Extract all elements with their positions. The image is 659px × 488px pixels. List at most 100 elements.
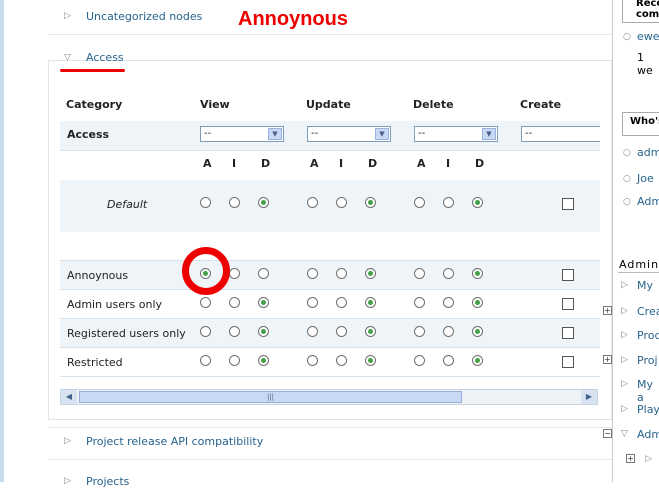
create-access-select[interactable]: -- <box>521 126 600 142</box>
view-access-select[interactable]: -- ▼ <box>200 126 284 142</box>
delete-radio-d[interactable] <box>472 268 483 279</box>
admin-menu-item[interactable]: Play <box>637 403 659 416</box>
scroll-thumb[interactable]: ||| <box>79 391 462 403</box>
triangle-right-icon[interactable]: ▷ <box>621 355 628 365</box>
delete-radio-a[interactable] <box>414 326 425 337</box>
bullet-icon: ○ <box>623 174 631 184</box>
triangle-right-icon[interactable]: ▷ <box>621 404 628 414</box>
whos-online-head: Who's <box>630 116 659 127</box>
update-radio-d[interactable] <box>365 268 376 279</box>
default-view-radio-d[interactable] <box>258 197 269 208</box>
whos-online-user[interactable]: adm <box>637 146 659 159</box>
delete-access-select[interactable]: -- ▼ <box>414 126 498 142</box>
horizontal-scrollbar[interactable]: ◀ ||| ▶ <box>60 389 598 405</box>
triangle-right-icon[interactable]: ▷ <box>621 280 628 290</box>
admin-menu-item[interactable]: Proc <box>637 329 659 342</box>
fieldset-uncategorized-nodes[interactable]: Uncategorized nodes <box>86 10 202 23</box>
delete-radio-a[interactable] <box>414 297 425 308</box>
update-radio-d[interactable] <box>365 355 376 366</box>
delete-radio-d[interactable] <box>472 355 483 366</box>
update-radio-a[interactable] <box>307 355 318 366</box>
row-label: Restricted <box>67 356 123 369</box>
fieldset-access[interactable]: Access <box>86 51 124 64</box>
update-radio-i[interactable] <box>336 326 347 337</box>
triangle-down-icon[interactable]: ▽ <box>621 429 628 439</box>
triangle-right-icon[interactable]: ▷ <box>645 454 652 464</box>
delete-radio-a[interactable] <box>414 268 425 279</box>
default-create-checkbox[interactable] <box>562 198 574 210</box>
view-radio-a[interactable] <box>200 355 211 366</box>
default-view-radio-i[interactable] <box>229 197 240 208</box>
view-radio-a[interactable] <box>200 297 211 308</box>
delete-radio-d[interactable] <box>472 326 483 337</box>
delete-radio-a[interactable] <box>414 355 425 366</box>
view-radio-d[interactable] <box>258 326 269 337</box>
create-checkbox[interactable] <box>562 298 574 310</box>
update-radio-d[interactable] <box>365 297 376 308</box>
fieldset-project-release[interactable]: Project release API compatibility <box>86 435 263 448</box>
admin-menu-item[interactable]: Adm <box>637 428 659 441</box>
left-border <box>0 0 4 482</box>
view-radio-d[interactable] <box>258 268 269 279</box>
triangle-right-icon[interactable]: ▷ <box>64 436 71 446</box>
default-delete-radio-d[interactable] <box>472 197 483 208</box>
default-delete-radio-i[interactable] <box>443 197 454 208</box>
expand-icon[interactable]: + <box>603 306 612 315</box>
view-radio-i[interactable] <box>229 268 240 279</box>
delete-radio-d[interactable] <box>472 297 483 308</box>
triangle-right-icon[interactable]: ▷ <box>64 11 71 21</box>
chevron-down-icon: ▼ <box>482 128 496 140</box>
default-view-radio-a[interactable] <box>200 197 211 208</box>
default-delete-radio-a[interactable] <box>414 197 425 208</box>
delete-radio-i[interactable] <box>443 268 454 279</box>
row-label: Admin users only <box>67 298 163 311</box>
update-radio-d[interactable] <box>365 326 376 337</box>
scroll-right-icon[interactable]: ▶ <box>581 390 597 404</box>
delete-radio-i[interactable] <box>443 326 454 337</box>
collapse-icon[interactable]: − <box>603 429 612 438</box>
admin-menu-item[interactable]: My a <box>637 378 659 404</box>
update-radio-i[interactable] <box>336 297 347 308</box>
update-radio-a[interactable] <box>307 297 318 308</box>
create-checkbox[interactable] <box>562 327 574 339</box>
triangle-right-icon[interactable]: ▷ <box>64 476 71 486</box>
default-update-radio-d[interactable] <box>365 197 376 208</box>
whos-online-user[interactable]: Adm <box>637 195 659 208</box>
bullet-icon: ○ <box>623 197 631 207</box>
create-checkbox[interactable] <box>562 269 574 281</box>
update-radio-i[interactable] <box>336 268 347 279</box>
expand-icon[interactable]: + <box>603 355 612 364</box>
admin-menu-item[interactable]: Proj <box>637 354 658 367</box>
table-row <box>60 261 600 290</box>
row-label: Registered users only <box>67 327 186 340</box>
delete-radio-i[interactable] <box>443 297 454 308</box>
recent-comment-link[interactable]: ewe <box>637 30 659 43</box>
row-label: Annoynous <box>67 269 129 282</box>
aid-label-a: A <box>203 157 212 170</box>
default-update-radio-a[interactable] <box>307 197 318 208</box>
create-checkbox[interactable] <box>562 356 574 368</box>
whos-online-user[interactable]: Joe <box>637 172 654 185</box>
view-radio-i[interactable] <box>229 326 240 337</box>
update-radio-a[interactable] <box>307 326 318 337</box>
triangle-right-icon[interactable]: ▷ <box>621 306 628 316</box>
scroll-left-icon[interactable]: ◀ <box>61 390 77 404</box>
triangle-right-icon[interactable]: ▷ <box>621 379 628 389</box>
view-radio-d[interactable] <box>258 355 269 366</box>
delete-radio-i[interactable] <box>443 355 454 366</box>
triangle-right-icon[interactable]: ▷ <box>621 330 628 340</box>
view-radio-i[interactable] <box>229 355 240 366</box>
view-radio-i[interactable] <box>229 297 240 308</box>
aid-label-d: D <box>368 157 378 170</box>
update-radio-a[interactable] <box>307 268 318 279</box>
update-access-select[interactable]: -- ▼ <box>307 126 391 142</box>
update-radio-i[interactable] <box>336 355 347 366</box>
triangle-down-icon[interactable]: ▽ <box>64 53 71 63</box>
admin-menu-item[interactable]: My <box>637 279 653 292</box>
expand-icon[interactable]: + <box>626 454 635 463</box>
admin-menu-item[interactable]: Crea <box>637 305 659 318</box>
default-update-radio-i[interactable] <box>336 197 347 208</box>
view-radio-d[interactable] <box>258 297 269 308</box>
view-radio-a[interactable] <box>200 326 211 337</box>
chevron-down-icon: ▼ <box>375 128 389 140</box>
